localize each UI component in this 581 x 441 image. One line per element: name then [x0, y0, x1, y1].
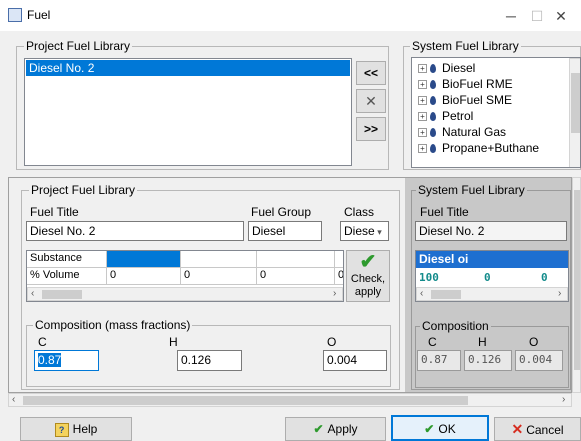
checkmark-icon: ✔: [359, 251, 377, 273]
project-library-label: Project Fuel Library: [24, 39, 133, 53]
scroll-left-icon[interactable]: ‹: [31, 288, 34, 299]
c-label: C: [38, 335, 47, 349]
fuel-drop-icon: [430, 112, 436, 122]
table-cell[interactable]: [107, 251, 181, 268]
project-detail-label: Project Fuel Library: [29, 183, 138, 197]
send-to-system-button[interactable]: >>: [356, 117, 386, 141]
add-to-project-button[interactable]: <<: [356, 61, 386, 85]
title-bar: Fuel ─ ☐ ✕: [0, 0, 581, 31]
system-substance-table[interactable]: Diesel oi 100 0 0 ‹ ›: [415, 250, 569, 302]
scroll-right-icon[interactable]: ›: [558, 288, 561, 299]
detail-scroll-pane: Project Fuel Library Fuel Title Diesel N…: [8, 177, 572, 393]
system-fuel-tree[interactable]: + Diesel + BioFuel RME + BioFuel SME + Petro…: [411, 57, 581, 168]
expand-icon[interactable]: +: [418, 96, 427, 106]
scroll-right-icon[interactable]: ›: [562, 394, 565, 405]
fuel-drop-icon: [430, 128, 436, 138]
scroll-thumb[interactable]: [431, 290, 461, 299]
h-label: H: [169, 335, 178, 349]
scroll-thumb[interactable]: [574, 190, 580, 370]
close-button[interactable]: ✕: [541, 4, 581, 28]
scroll-left-icon[interactable]: ‹: [12, 394, 15, 405]
system-table-value: 0: [484, 271, 491, 284]
cancel-button[interactable]: ✕ Cancel: [494, 417, 581, 441]
system-table-value: 100: [419, 271, 439, 284]
fuel-drop-icon: [430, 96, 436, 106]
system-h-value: 0.126: [464, 350, 512, 371]
system-c-label: C: [428, 335, 437, 349]
fuel-drop-icon: [430, 80, 436, 90]
ok-button[interactable]: ✔ OK: [391, 415, 489, 441]
tree-item-petrol[interactable]: + Petrol: [418, 108, 473, 124]
table-cell[interactable]: [257, 251, 335, 268]
expand-icon[interactable]: +: [418, 64, 427, 74]
tree-item-diesel[interactable]: + Diesel: [418, 60, 475, 76]
substance-table[interactable]: Substance % Volume 0 0 0 0 ‹ ›: [26, 250, 344, 302]
detail-hscrollbar[interactable]: ‹ ›: [8, 393, 572, 407]
table-cell[interactable]: 0: [257, 268, 335, 285]
system-fuel-title-label: Fuel Title: [420, 205, 469, 219]
tree-item-biofuel-sme[interactable]: + BioFuel SME: [418, 92, 512, 108]
project-fuel-list[interactable]: Diesel No. 2: [24, 58, 352, 166]
tree-item-propane-buthane[interactable]: + Propane+Buthane: [418, 140, 539, 156]
close-icon: ✕: [511, 421, 524, 437]
c-mass-fraction-input[interactable]: 0.87: [34, 350, 99, 371]
system-table-value: 0: [541, 271, 548, 284]
o-label: O: [327, 335, 337, 349]
volume-row-label: % Volume: [27, 268, 107, 285]
help-button[interactable]: ? Help: [20, 417, 132, 441]
fuel-title-label: Fuel Title: [30, 205, 79, 219]
expand-icon[interactable]: +: [418, 112, 427, 122]
class-select[interactable]: Diese ▾: [340, 221, 389, 241]
project-fuel-item-diesel-no-2[interactable]: Diesel No. 2: [26, 60, 350, 76]
class-label: Class: [344, 205, 375, 219]
fuel-drop-icon: [430, 144, 436, 154]
system-table-header-text: Diesel oi: [419, 252, 469, 266]
fuel-group-input[interactable]: Diesel: [248, 221, 322, 241]
expand-icon[interactable]: +: [418, 144, 427, 154]
checkmark-icon: ✔: [424, 422, 435, 436]
table-cell[interactable]: 0: [107, 268, 181, 285]
fuel-group-label: Fuel Group: [251, 205, 312, 219]
scroll-thumb[interactable]: [571, 73, 580, 133]
system-table-hscrollbar[interactable]: ‹ ›: [416, 287, 568, 301]
system-detail-panel: System Fuel Library Fuel Title Diesel No…: [405, 178, 571, 392]
app-icon: [8, 8, 22, 22]
scroll-thumb[interactable]: [42, 290, 82, 299]
apply-button[interactable]: ✔ Apply: [285, 417, 386, 441]
system-h-label: H: [478, 335, 487, 349]
remove-from-project-button[interactable]: ✕: [356, 89, 386, 113]
table-cell[interactable]: [181, 251, 257, 268]
system-o-value: 0.004: [515, 350, 563, 371]
scroll-thumb[interactable]: [23, 396, 468, 405]
system-composition-label: Composition: [420, 319, 491, 333]
system-fuel-title-input: Diesel No. 2: [415, 221, 567, 241]
tree-item-biofuel-rme[interactable]: + BioFuel RME: [418, 76, 513, 92]
window-title: Fuel: [27, 8, 51, 22]
detail-vscrollbar[interactable]: [572, 177, 581, 393]
checkmark-icon: ✔: [313, 422, 324, 436]
h-mass-fraction-input[interactable]: 0.126: [177, 350, 242, 371]
expand-icon[interactable]: +: [418, 80, 427, 90]
table-cell[interactable]: [335, 251, 343, 268]
check-apply-button[interactable]: ✔ Check, apply: [346, 250, 390, 302]
help-icon: ?: [54, 422, 69, 437]
table-hscrollbar[interactable]: ‹ ›: [27, 287, 343, 301]
system-c-value: 0.87: [417, 350, 461, 371]
system-o-label: O: [529, 335, 539, 349]
system-detail-label: System Fuel Library: [416, 183, 527, 197]
substance-row-label: Substance: [27, 251, 107, 268]
table-cell[interactable]: 0: [181, 268, 257, 285]
expand-icon[interactable]: +: [418, 128, 427, 138]
fuel-title-input[interactable]: Diesel No. 2: [26, 221, 244, 241]
composition-label: Composition (mass fractions): [33, 318, 193, 332]
o-mass-fraction-input[interactable]: 0.004: [323, 350, 387, 371]
scroll-right-icon[interactable]: ›: [333, 288, 336, 299]
scroll-left-icon[interactable]: ‹: [420, 288, 423, 299]
fuel-drop-icon: [430, 64, 436, 74]
table-cell[interactable]: 0: [335, 268, 343, 285]
chevron-down-icon: ▾: [374, 227, 382, 237]
tree-item-natural-gas[interactable]: + Natural Gas: [418, 124, 506, 140]
system-tree-scrollbar[interactable]: [569, 58, 580, 167]
system-library-label: System Fuel Library: [410, 39, 521, 53]
